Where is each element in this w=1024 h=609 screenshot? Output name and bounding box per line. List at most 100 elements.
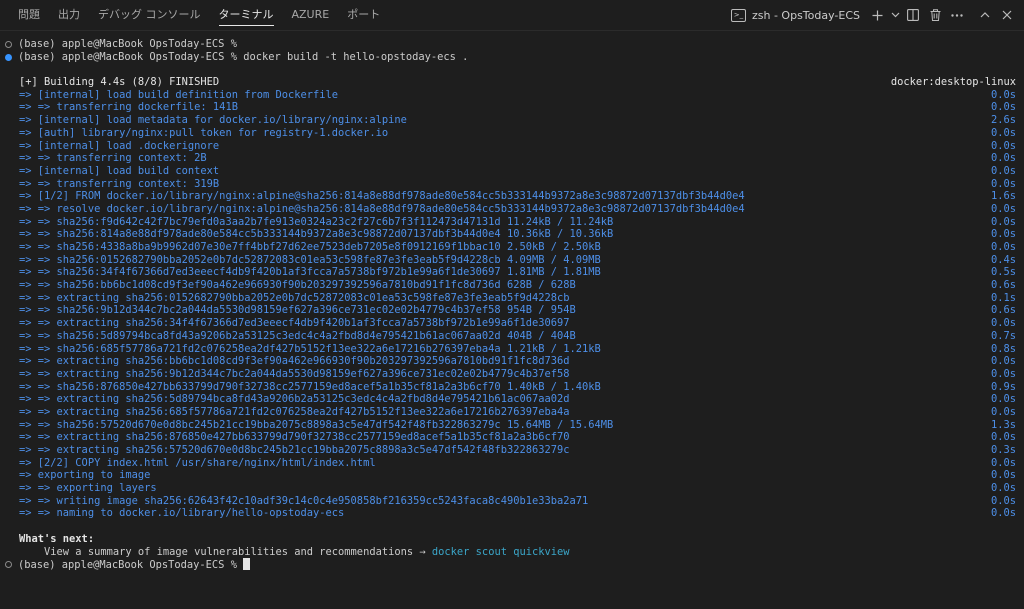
whats-next-label: What's next: <box>19 532 95 545</box>
build-step-line: => => writing image sha256:62643f42c10ad… <box>0 495 1024 508</box>
build-step-line: => => extracting sha256:bb6bc1d08cd9f3ef… <box>0 355 1024 368</box>
build-step-time: 0.0s <box>990 405 1016 418</box>
build-step-text: => exporting to image <box>19 469 151 482</box>
build-step-line: => [internal] load build definition from… <box>0 89 1024 102</box>
build-step-line: => [auth] library/nginx:pull token for r… <box>0 127 1024 140</box>
summary-text: View a summary of image vulnerabilities … <box>19 545 432 558</box>
command-decoration-icon[interactable] <box>5 41 12 48</box>
tab-azure[interactable]: AZURE <box>292 0 330 30</box>
build-step-time: 0.6s <box>990 304 1016 317</box>
build-context: docker:desktop-linux <box>890 76 1016 89</box>
build-step-text: => [internal] load build definition from… <box>19 88 339 101</box>
build-step-time: 0.0s <box>990 355 1016 368</box>
build-step-line: => => extracting sha256:0152682790bba205… <box>0 292 1024 305</box>
build-step-time: 0.0s <box>990 152 1016 165</box>
build-step-line: => => exporting layers 0.0s <box>0 482 1024 495</box>
build-step-line: => => sha256:34f4f67366d7ed3eeecf4db9f42… <box>0 266 1024 279</box>
build-step-time: 0.0s <box>990 228 1016 241</box>
trash-icon[interactable] <box>924 4 946 26</box>
chevron-down-icon[interactable] <box>888 4 902 26</box>
build-step-time: 0.8s <box>990 342 1016 355</box>
build-step-text: => => extracting sha256:876850e427bb6337… <box>19 431 570 444</box>
build-step-line: => => naming to docker.io/library/hello-… <box>0 507 1024 520</box>
build-step-text: => => extracting sha256:0152682790bba205… <box>19 291 570 304</box>
build-step-line: => [2/2] COPY index.html /usr/share/ngin… <box>0 457 1024 470</box>
whats-next-text: View a summary of image vulnerabilities … <box>19 546 570 559</box>
build-step-line: => => extracting sha256:9b12d344c7bc2a04… <box>0 368 1024 381</box>
build-step-text: => => extracting sha256:685f57786a721fd2… <box>19 405 570 418</box>
build-step-time: 0.0s <box>990 456 1016 469</box>
build-step-line: => [internal] load metadata for docker.i… <box>0 114 1024 127</box>
build-step-line: => => transferring dockerfile: 141B 0.0s <box>0 101 1024 114</box>
tab-problems[interactable]: 問題 <box>18 0 40 30</box>
build-step-time: 0.9s <box>990 380 1016 393</box>
command-line: (base) apple@MacBook OpsToday-ECS % dock… <box>0 51 1024 64</box>
build-step-line: => => sha256:f9d642c42f7bc79efd0a3aa2b7f… <box>0 216 1024 229</box>
terminal-selector[interactable]: >_ zsh - OpsToday-ECS <box>730 8 860 22</box>
new-terminal-plus-icon[interactable] <box>866 4 888 26</box>
build-step-time: 0.0s <box>990 164 1016 177</box>
command-decoration-icon[interactable] <box>5 53 12 61</box>
terminal-output[interactable]: (base) apple@MacBook OpsToday-ECS % (bas… <box>0 38 1024 578</box>
terminal-cursor <box>243 558 251 571</box>
build-step-line: => => sha256:5d89794bca8fd43a9206b2a5312… <box>0 330 1024 343</box>
tab-output[interactable]: 出力 <box>58 0 80 30</box>
build-step-line: => => sha256:876850e427bb633799d790f3273… <box>0 381 1024 394</box>
build-step-line: => => extracting sha256:685f57786a721fd2… <box>0 406 1024 419</box>
build-step-text: => [1/2] FROM docker.io/library/nginx:al… <box>19 190 745 203</box>
build-step-time: 0.0s <box>990 241 1016 253</box>
build-steps: => [internal] load build definition from… <box>0 89 1024 520</box>
panel-header: 問題 出力 デバッグ コンソール ターミナル AZURE ポート >_ zsh … <box>0 0 1024 31</box>
build-step-text: => => sha256:0152682790bba2052e0b7dc5287… <box>19 253 601 266</box>
build-step-line: => => sha256:814a8e88df978ade80e584cc5b3… <box>0 228 1024 241</box>
build-step-time: 0.0s <box>990 126 1016 139</box>
build-step-line: => => extracting sha256:57520d670e0d8bc2… <box>0 444 1024 457</box>
build-step-time: 0.0s <box>990 202 1016 215</box>
build-step-text: => => extracting sha256:bb6bc1d08cd9f3ef… <box>19 355 570 368</box>
build-step-text: => => sha256:814a8e88df978ade80e584cc5b3… <box>19 228 614 241</box>
build-step-text: => => transferring context: 2B <box>19 152 207 165</box>
build-step-text: => => sha256:5d89794bca8fd43a9206b2a5312… <box>19 329 576 342</box>
tab-debug-console[interactable]: デバッグ コンソール <box>98 0 201 30</box>
tab-ports[interactable]: ポート <box>347 0 380 30</box>
build-step-time: 0.0s <box>990 367 1016 380</box>
build-step-text: => => writing image sha256:62643f42c10ad… <box>19 494 589 507</box>
build-step-time: 0.0s <box>990 494 1016 507</box>
build-step-text: => => naming to docker.io/library/hello-… <box>19 507 345 520</box>
build-step-time: 0.6s <box>990 279 1016 292</box>
build-step-time: 0.0s <box>990 177 1016 190</box>
panel-toolbar: >_ zsh - OpsToday-ECS <box>730 0 1018 30</box>
command-decoration-icon[interactable] <box>5 561 12 569</box>
build-step-text: => => sha256:bb6bc1d08cd9f3ef90a462e9669… <box>19 279 576 292</box>
build-step-time: 0.0s <box>990 88 1016 101</box>
build-step-line: => => extracting sha256:34f4f67366d7ed3e… <box>0 317 1024 330</box>
build-step-text: => => extracting sha256:57520d670e0d8bc2… <box>19 444 570 456</box>
build-step-time: 0.4s <box>990 253 1016 266</box>
close-icon[interactable] <box>996 4 1018 26</box>
build-step-text: => => extracting sha256:5d89794bca8fd43a… <box>19 393 570 406</box>
build-step-time: 0.0s <box>990 393 1016 406</box>
build-step-time: 0.0s <box>990 215 1016 228</box>
docker-scout-link[interactable]: docker scout quickview <box>432 546 570 558</box>
build-step-line: => => sha256:9b12d344c7bc2a044da5530d981… <box>0 304 1024 317</box>
tab-terminal[interactable]: ターミナル <box>218 0 274 30</box>
build-step-text: => => resolve docker.io/library/nginx:al… <box>19 202 745 215</box>
more-actions-icon[interactable] <box>946 4 968 26</box>
build-step-text: => => sha256:685f57786a721fd2c076258ea2d… <box>19 342 601 355</box>
build-step-text: => => sha256:f9d642c42f7bc79efd0a3aa2b7f… <box>19 215 614 228</box>
split-terminal-icon[interactable] <box>902 4 924 26</box>
build-step-line: => => extracting sha256:5d89794bca8fd43a… <box>0 393 1024 406</box>
current-prompt[interactable]: (base) apple@MacBook OpsToday-ECS % <box>18 558 251 572</box>
build-step-line: => => transferring context: 319B 0.0s <box>0 178 1024 191</box>
build-step-text: => => sha256:34f4f67366d7ed3eeecf4db9f42… <box>19 266 601 279</box>
build-step-time: 0.0s <box>990 482 1016 495</box>
build-step-line: => => sha256:685f57786a721fd2c076258ea2d… <box>0 343 1024 356</box>
maximize-panel-icon[interactable] <box>974 4 996 26</box>
build-step-text: => => extracting sha256:9b12d344c7bc2a04… <box>19 367 570 380</box>
build-step-time: 0.3s <box>990 444 1016 456</box>
build-step-time: 0.7s <box>990 329 1016 342</box>
build-step-time: 0.5s <box>990 266 1016 279</box>
prompt-line: (base) apple@MacBook OpsToday-ECS % <box>0 38 1024 51</box>
build-step-line: => => sha256:0152682790bba2052e0b7dc5287… <box>0 254 1024 267</box>
